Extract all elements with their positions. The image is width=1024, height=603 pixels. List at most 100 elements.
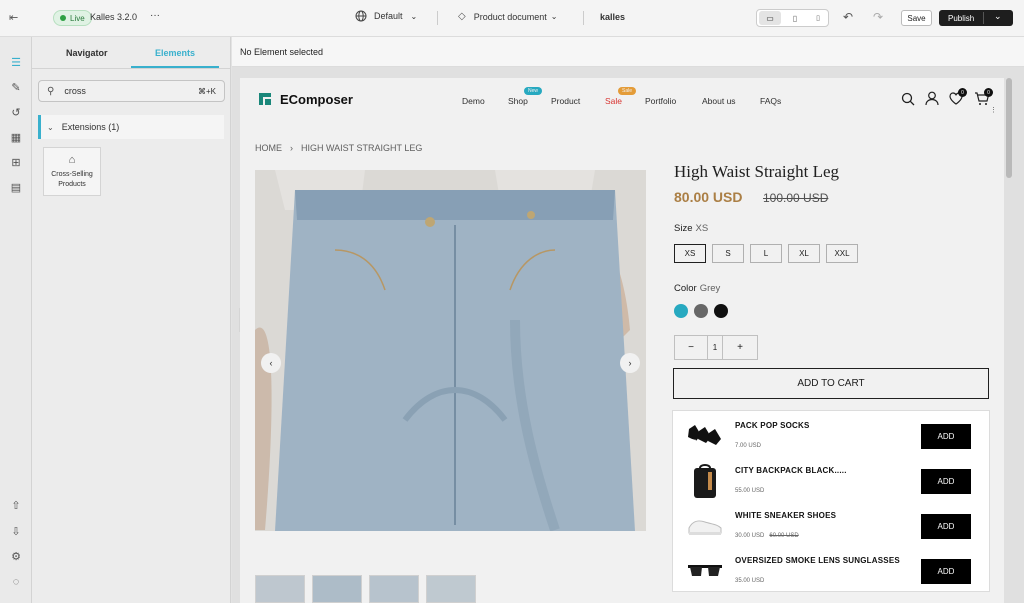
download-icon[interactable]: ⇩: [9, 524, 23, 538]
size-option[interactable]: L: [750, 244, 782, 263]
gear-icon[interactable]: ⚙: [9, 549, 23, 563]
template-label: Default: [374, 11, 403, 21]
extensions-group[interactable]: ⌄ Extensions (1): [38, 115, 224, 139]
top-bar: ⇤ Live Kalles 3.2.0 ··· Default ⌄ ◇ Prod…: [0, 0, 1024, 37]
breadcrumb: HOME › HIGH WAIST STRAIGHT LEG: [255, 143, 422, 153]
icon-rail: ☰ ✎ ↺ ▦ ⊞ ▤ ⇧ ⇩ ⚙ ◌: [0, 37, 32, 603]
brush-icon[interactable]: ✎: [9, 80, 23, 94]
swatch-black[interactable]: [714, 304, 728, 318]
swatch-teal[interactable]: [674, 304, 688, 318]
add-button[interactable]: ADD: [921, 424, 971, 449]
cross-selling-element[interactable]: ⌂ Cross-Selling Products: [43, 147, 101, 196]
sale-badge: Sale: [618, 87, 637, 95]
search-icon[interactable]: [901, 92, 915, 106]
save-button[interactable]: Save: [901, 10, 932, 26]
desktop-icon[interactable]: ▭: [759, 11, 781, 25]
product-price: 80.00 USD: [674, 189, 743, 205]
nav-faqs[interactable]: FAQs: [760, 96, 781, 106]
breadcrumb-separator: ›: [290, 143, 293, 153]
scrollbar-thumb[interactable]: [1006, 78, 1012, 178]
extensions-label: Extensions (1): [61, 122, 120, 132]
nav-product[interactable]: Product: [551, 96, 580, 106]
apps-icon[interactable]: ⊞: [9, 155, 23, 169]
publish-button[interactable]: Publish ⌄: [939, 10, 1013, 26]
wishlist-count: 0: [958, 88, 967, 97]
more-menu-icon[interactable]: ···: [150, 10, 160, 21]
publish-label: Publish: [948, 13, 975, 23]
upload-icon[interactable]: ⇧: [9, 498, 23, 512]
cross-selling-block[interactable]: PACK POP SOCKS 7.00 USD ADD CITY BACKPAC…: [672, 410, 990, 592]
nav-demo[interactable]: Demo: [462, 96, 485, 106]
color-label: Color: [674, 283, 697, 294]
tablet-icon[interactable]: ▯: [784, 11, 806, 25]
thumbnail[interactable]: [369, 575, 419, 603]
next-image-button[interactable]: ›: [620, 353, 640, 373]
shortcut-hint: ⌘+K: [197, 86, 216, 96]
layers-icon[interactable]: ☰: [9, 55, 23, 69]
more-icon[interactable]: ⋮: [990, 106, 997, 114]
chevron-down-icon: ⌄: [47, 122, 54, 132]
redo-icon[interactable]: ↷: [873, 10, 883, 24]
add-button[interactable]: ADD: [921, 469, 971, 494]
nav-about[interactable]: About us: [702, 96, 736, 106]
color-value: Grey: [699, 283, 721, 294]
nav-sale[interactable]: Sale: [605, 96, 622, 106]
size-option[interactable]: XXL: [826, 244, 858, 263]
cross-sell-price: 30.00 USD: [735, 533, 765, 539]
thumbnail[interactable]: [255, 575, 305, 603]
add-button[interactable]: ADD: [921, 559, 971, 584]
divider: [32, 68, 231, 69]
store-logo-text[interactable]: EComposer: [280, 92, 353, 107]
backpack-icon: [685, 461, 725, 501]
search-icon: ⚲: [47, 85, 55, 97]
live-dot-icon: [60, 15, 66, 21]
nav-shop[interactable]: Shop: [508, 96, 528, 106]
tab-elements[interactable]: Elements: [155, 48, 195, 58]
swatch-grey[interactable]: [694, 304, 708, 318]
selection-header: No Element selected: [232, 37, 1024, 67]
add-button[interactable]: ADD: [921, 514, 971, 539]
layout-icon[interactable]: ▦: [9, 130, 23, 144]
chevron-down-icon[interactable]: ⌄: [994, 11, 1002, 22]
size-heading: Size XS: [674, 223, 708, 234]
qty-increase-button[interactable]: +: [723, 342, 757, 353]
element-label-line1: Cross-Selling: [51, 171, 93, 178]
divider: [437, 11, 438, 25]
qty-decrease-button[interactable]: −: [675, 342, 707, 353]
new-badge: New: [524, 87, 543, 95]
user-icon[interactable]: [925, 91, 939, 106]
search-input[interactable]: cross: [64, 86, 86, 96]
size-option[interactable]: S: [712, 244, 744, 263]
qty-input[interactable]: 1: [707, 336, 723, 359]
add-to-cart-button[interactable]: ADD TO CART: [673, 368, 989, 399]
chevron-down-icon: ⌄: [550, 12, 558, 21]
product-image: ‹ ›: [255, 170, 646, 531]
cross-sell-item: CITY BACKPACK BLACK..... 55.00 USD ADD: [683, 458, 983, 502]
chat-icon[interactable]: ◌: [9, 575, 23, 589]
element-search[interactable]: ⚲ cross ⌘+K: [38, 80, 225, 102]
undo-icon[interactable]: ↶: [843, 10, 853, 24]
cross-sell-item: PACK POP SOCKS 7.00 USD ADD: [683, 413, 983, 457]
thumbnail[interactable]: [426, 575, 476, 603]
exit-icon[interactable]: ⇤: [9, 11, 18, 24]
prev-image-button[interactable]: ‹: [261, 353, 281, 373]
document-select[interactable]: ◇ Product document ⌄: [458, 11, 557, 22]
page-icon[interactable]: ▤: [9, 180, 23, 194]
cross-sell-name: OVERSIZED SMOKE LENS SUNGLASSES: [735, 556, 900, 565]
nav-portfolio[interactable]: Portfolio: [645, 96, 676, 106]
tab-navigator[interactable]: Navigator: [66, 48, 108, 58]
size-option[interactable]: XL: [788, 244, 820, 263]
cross-sell-name: CITY BACKPACK BLACK.....: [735, 466, 847, 475]
template-select[interactable]: Default ⌄: [355, 10, 417, 22]
color-heading: Color Grey: [674, 283, 720, 294]
size-option[interactable]: XS: [674, 244, 706, 263]
tag-icon: ◇: [458, 11, 466, 22]
thumbnail[interactable]: [312, 575, 362, 603]
history-icon[interactable]: ↺: [9, 105, 23, 119]
cross-sell-compare-price: 60.00 USD: [769, 533, 799, 539]
breadcrumb-home[interactable]: HOME: [255, 143, 282, 153]
cross-sell-price: 55.00 USD: [735, 488, 765, 494]
divider: [983, 12, 984, 24]
mobile-icon[interactable]: ▯: [807, 11, 829, 25]
compare-price: 100.00 USD: [763, 191, 829, 205]
